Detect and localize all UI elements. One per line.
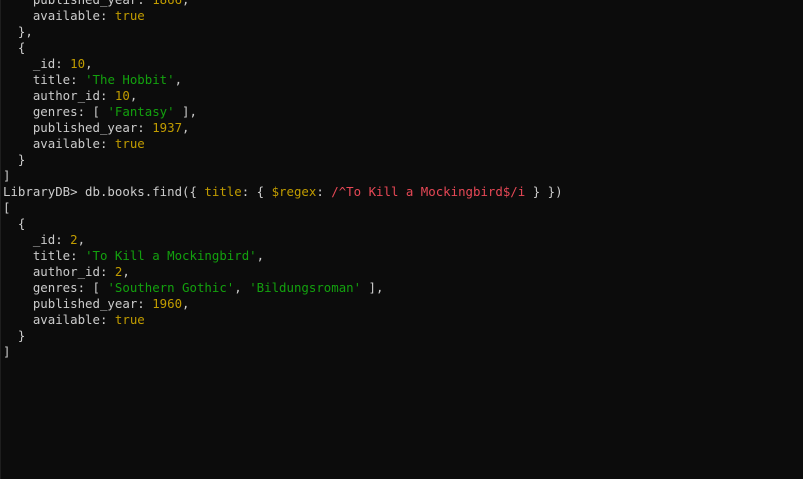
output-line: [ bbox=[3, 200, 803, 216]
token-fg: : { bbox=[241, 184, 272, 199]
output-line: available: true bbox=[3, 8, 803, 24]
token-fg: , bbox=[182, 120, 190, 135]
output-line: title: 'The Hobbit', bbox=[3, 72, 803, 88]
output-line: genres: [ 'Fantasy' ], bbox=[3, 104, 803, 120]
token-fg: ], bbox=[174, 104, 197, 119]
token-fg: LibraryDB> db.books.find({ bbox=[3, 184, 205, 199]
token-fg: : bbox=[316, 184, 332, 199]
token-op: $regex bbox=[271, 184, 317, 199]
output-line: } bbox=[3, 328, 803, 344]
token-fg: , bbox=[85, 56, 93, 71]
terminal-output: published_year: 1866, available: true },… bbox=[3, 0, 803, 360]
output-line: _id: 2, bbox=[3, 232, 803, 248]
token-fg: genres: [ bbox=[3, 104, 108, 119]
token-fg: { bbox=[3, 40, 26, 55]
output-line: author_id: 10, bbox=[3, 88, 803, 104]
token-num: true bbox=[114, 8, 145, 23]
token-fg: published_year: bbox=[3, 120, 153, 135]
output-line: title: 'To Kill a Mockingbird', bbox=[3, 248, 803, 264]
token-fg: genres: [ bbox=[3, 280, 108, 295]
output-line: published_year: 1960, bbox=[3, 296, 803, 312]
token-fg: title: bbox=[3, 248, 86, 263]
token-num: 10 bbox=[114, 88, 130, 103]
token-op: title bbox=[204, 184, 242, 199]
output-line: ] bbox=[3, 344, 803, 360]
token-num: true bbox=[114, 136, 145, 151]
token-fg: { bbox=[3, 216, 26, 231]
terminal-window[interactable]: published_year: 1866, available: true },… bbox=[0, 0, 803, 479]
output-line: ] bbox=[3, 168, 803, 184]
token-fg: } }) bbox=[525, 184, 563, 199]
output-line: genres: [ 'Southern Gothic', 'Bildungsro… bbox=[3, 280, 803, 296]
token-fg: } bbox=[3, 328, 26, 343]
token-num: 1960 bbox=[152, 296, 183, 311]
output-line: _id: 10, bbox=[3, 56, 803, 72]
token-fg: published_year: bbox=[3, 0, 152, 7]
token-num: 1866 bbox=[152, 0, 182, 7]
token-fg: , bbox=[129, 88, 138, 103]
token-fg: _id: bbox=[3, 56, 71, 71]
token-fg: [ bbox=[3, 200, 11, 215]
token-fg: author_id: bbox=[3, 88, 115, 103]
token-fg: }, bbox=[3, 24, 33, 39]
token-fg: ], bbox=[361, 280, 384, 295]
token-num: 2 bbox=[70, 232, 78, 247]
token-fg: , bbox=[174, 72, 183, 87]
token-str: 'Southern Gothic' bbox=[107, 280, 235, 295]
output-line: published_year: 1866, bbox=[3, 0, 803, 8]
output-line: published_year: 1937, bbox=[3, 120, 803, 136]
token-fg: , bbox=[234, 280, 250, 295]
output-line: { bbox=[3, 40, 803, 56]
token-fg: available: bbox=[3, 312, 115, 327]
token-num: 10 bbox=[70, 56, 86, 71]
token-fg: , bbox=[256, 248, 265, 263]
token-fg: published_year: bbox=[3, 296, 153, 311]
output-line: available: true bbox=[3, 136, 803, 152]
token-str: 'The Hobbit' bbox=[85, 72, 175, 87]
output-line: } bbox=[3, 152, 803, 168]
prompt-line[interactable]: LibraryDB> db.books.find({ title: { $reg… bbox=[3, 184, 803, 200]
token-rx: /^To Kill a Mockingbird$/i bbox=[331, 184, 526, 199]
output-line: author_id: 2, bbox=[3, 264, 803, 280]
output-line: available: true bbox=[3, 312, 803, 328]
token-fg: available: bbox=[3, 8, 115, 23]
token-fg: author_id: bbox=[3, 264, 115, 279]
token-fg: _id: bbox=[3, 232, 71, 247]
token-str: 'Bildungsroman' bbox=[249, 280, 362, 295]
output-line: }, bbox=[3, 24, 803, 40]
token-fg: , bbox=[182, 296, 190, 311]
token-fg: , bbox=[122, 264, 130, 279]
token-fg: , bbox=[77, 232, 86, 247]
token-str: 'Fantasy' bbox=[107, 104, 175, 119]
token-fg: available: bbox=[3, 136, 115, 151]
token-fg: , bbox=[182, 0, 189, 7]
token-fg: ] bbox=[3, 168, 11, 183]
token-num: 1937 bbox=[152, 120, 183, 135]
token-fg: title: bbox=[3, 72, 86, 87]
token-fg: ] bbox=[3, 344, 11, 359]
token-str: 'To Kill a Mockingbird' bbox=[85, 248, 257, 263]
token-fg: } bbox=[3, 152, 26, 167]
token-num: true bbox=[114, 312, 145, 327]
output-line: { bbox=[3, 216, 803, 232]
